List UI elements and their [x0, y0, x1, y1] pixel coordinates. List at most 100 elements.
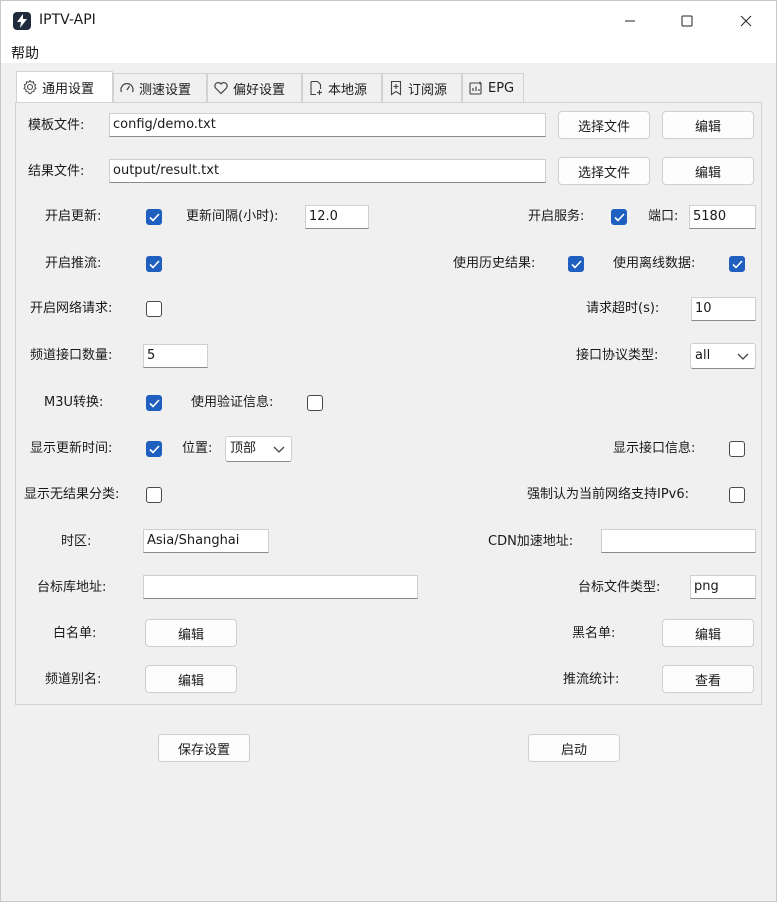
alias-edit-button[interactable]: 编辑: [145, 665, 237, 693]
blacklist-edit-button[interactable]: 编辑: [662, 619, 754, 647]
position-label: 位置:: [182, 441, 213, 456]
timezone-input[interactable]: Asia/Shanghai: [143, 529, 269, 553]
template-choose-file-button[interactable]: 选择文件: [558, 111, 650, 139]
minimize-button[interactable]: [607, 1, 653, 41]
maximize-icon: [681, 15, 693, 27]
start-button[interactable]: 启动: [528, 734, 620, 762]
use-offline-label: 使用离线数据:: [613, 256, 696, 271]
logo-url-input[interactable]: [143, 575, 418, 599]
app-window: IPTV-API 帮助 通用设置 测速设置 偏好设置 本地源 订阅源 EPG 模…: [0, 0, 777, 902]
port-input[interactable]: 5180: [689, 205, 756, 229]
update-interval-label: 更新间隔(小时):: [186, 209, 279, 224]
urls-limit-input[interactable]: 5: [143, 344, 208, 368]
m3u-checkbox[interactable]: [146, 395, 162, 411]
save-settings-button[interactable]: 保存设置: [158, 734, 250, 762]
check-icon: [148, 212, 160, 222]
check-icon: [148, 398, 160, 408]
result-choose-file-button[interactable]: 选择文件: [558, 157, 650, 185]
gear-icon: [23, 79, 37, 95]
ipv-type-value: all: [695, 348, 711, 363]
m3u-label: M3U转换:: [44, 395, 104, 410]
tab-epg[interactable]: EPG: [462, 73, 524, 102]
bookmark-add-icon: [390, 80, 402, 96]
tab-local[interactable]: 本地源: [302, 73, 382, 102]
open-service-checkbox[interactable]: [611, 209, 627, 225]
port-label: 端口:: [648, 209, 679, 224]
check-icon: [731, 259, 743, 269]
rtmp-stat-label: 推流统计:: [563, 672, 620, 687]
use-auth-checkbox[interactable]: [307, 395, 323, 411]
check-icon: [148, 259, 160, 269]
chevron-down-icon: [737, 353, 749, 360]
chevron-down-icon: [273, 446, 285, 453]
title-bar: IPTV-API: [1, 1, 776, 41]
whitelist-edit-button[interactable]: 编辑: [145, 619, 237, 647]
open-update-label: 开启更新:: [45, 209, 102, 224]
show-no-result-checkbox[interactable]: [146, 487, 162, 503]
use-auth-label: 使用验证信息:: [191, 395, 274, 410]
check-icon: [570, 259, 582, 269]
result-file-label: 结果文件:: [28, 164, 85, 179]
file-add-icon: [310, 80, 322, 96]
minimize-icon: [625, 20, 635, 22]
logo-url-label: 台标库地址:: [37, 580, 107, 595]
maximize-button[interactable]: [664, 1, 710, 41]
menu-bar: 帮助: [1, 41, 776, 63]
tab-label: 偏好设置: [233, 82, 286, 98]
open-update-checkbox[interactable]: [146, 209, 162, 225]
tab-label: EPG: [488, 80, 515, 96]
window-title: IPTV-API: [39, 12, 96, 28]
cdn-input[interactable]: [601, 529, 756, 553]
position-value: 顶部: [230, 441, 257, 456]
alias-label: 频道别名:: [45, 672, 102, 687]
tab-label: 本地源: [328, 82, 368, 98]
show-update-time-checkbox[interactable]: [146, 441, 162, 457]
blacklist-label: 黑名单:: [572, 626, 616, 641]
position-select[interactable]: 顶部: [225, 436, 292, 462]
show-url-info-checkbox[interactable]: [729, 441, 745, 457]
check-icon: [613, 212, 625, 222]
open-rtmp-label: 开启推流:: [45, 256, 102, 271]
calendar-icon: [469, 81, 482, 95]
force-ipv6-label: 强制认为当前网络支持IPv6:: [527, 487, 690, 502]
check-icon: [148, 444, 160, 454]
tab-speed[interactable]: 测速设置: [113, 73, 207, 102]
show-update-time-label: 显示更新时间:: [30, 441, 113, 456]
tab-general[interactable]: 通用设置: [16, 71, 113, 102]
request-timeout-label: 请求超时(s):: [586, 301, 660, 316]
tab-subscribe[interactable]: 订阅源: [382, 73, 462, 102]
open-request-checkbox[interactable]: [146, 301, 162, 317]
menu-help[interactable]: 帮助: [11, 43, 39, 63]
force-ipv6-checkbox[interactable]: [729, 487, 745, 503]
use-history-label: 使用历史结果:: [453, 256, 536, 271]
open-request-label: 开启网络请求:: [30, 301, 113, 316]
request-timeout-input[interactable]: 10: [691, 297, 756, 321]
open-service-label: 开启服务:: [528, 209, 585, 224]
show-url-info-label: 显示接口信息:: [613, 441, 696, 456]
use-offline-checkbox[interactable]: [729, 256, 745, 272]
open-rtmp-checkbox[interactable]: [146, 256, 162, 272]
rtmp-stat-view-button[interactable]: 查看: [662, 665, 754, 693]
template-file-input[interactable]: config/demo.txt: [109, 113, 546, 137]
result-file-input[interactable]: output/result.txt: [109, 159, 546, 183]
urls-limit-label: 频道接口数量:: [30, 348, 113, 363]
tab-label: 订阅源: [408, 82, 448, 98]
ipv-type-label: 接口协议类型:: [576, 348, 659, 363]
close-button[interactable]: [723, 1, 769, 41]
show-no-result-label: 显示无结果分类:: [24, 487, 120, 502]
close-icon: [740, 15, 752, 27]
tab-label: 测速设置: [139, 82, 192, 98]
lightning-icon: [13, 12, 31, 30]
use-history-checkbox[interactable]: [568, 256, 584, 272]
cdn-label: CDN加速地址:: [488, 534, 574, 549]
heart-icon: [214, 82, 228, 95]
logo-type-input[interactable]: png: [690, 575, 756, 599]
update-interval-input[interactable]: 12.0: [305, 205, 369, 229]
speedometer-icon: [120, 83, 134, 93]
settings-panel: 模板文件: config/demo.txt 选择文件 编辑 结果文件: outp…: [15, 102, 762, 705]
ipv-type-select[interactable]: all: [690, 343, 756, 369]
whitelist-label: 白名单:: [53, 626, 97, 641]
tab-preference[interactable]: 偏好设置: [207, 73, 302, 102]
template-edit-button[interactable]: 编辑: [662, 111, 754, 139]
result-edit-button[interactable]: 编辑: [662, 157, 754, 185]
